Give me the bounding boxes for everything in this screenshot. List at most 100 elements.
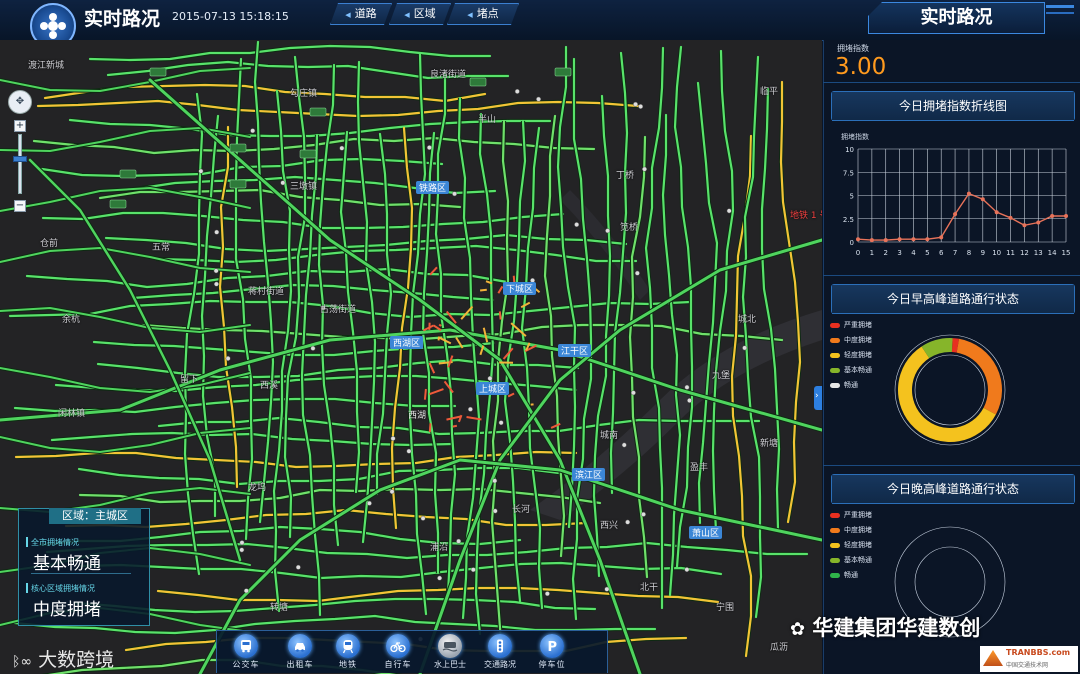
legend-label: 轻度拥堵: [844, 351, 872, 359]
card-title: 今日晚高峰道路通行状态: [832, 475, 1074, 504]
x-tick-label: 11: [1006, 249, 1015, 257]
morning-donut-chart: [894, 334, 1006, 446]
data-point[interactable]: [883, 238, 888, 243]
place-label: 三墩镇: [290, 182, 318, 192]
data-point[interactable]: [1036, 220, 1041, 225]
x-tick-label: 3: [897, 249, 901, 257]
legend-item[interactable]: 畅通: [830, 378, 872, 393]
poi-marker-icon: [684, 567, 690, 573]
waterbus-button[interactable]: 水上巴士: [425, 631, 475, 673]
data-point[interactable]: [966, 191, 971, 196]
x-tick-label: 9: [981, 249, 985, 257]
data-point[interactable]: [911, 237, 916, 242]
donut-slice[interactable]: [956, 338, 1002, 415]
traffic-status-button[interactable]: 交通路况: [475, 631, 525, 673]
tool-label: 水上巴士: [434, 660, 466, 669]
city-congestion-label: 全市拥堵情况: [31, 538, 79, 547]
district-label[interactable]: 萧山区: [689, 526, 723, 539]
poi-marker-icon: [642, 166, 647, 172]
poi-marker-icon: [280, 180, 286, 186]
data-point[interactable]: [980, 197, 985, 202]
legend-item[interactable]: 基本畅通: [830, 553, 872, 568]
legend-item[interactable]: 严重拥堵: [830, 318, 872, 333]
parking-button[interactable]: P 停车位: [527, 631, 577, 673]
bus-button[interactable]: 公交车: [221, 631, 271, 673]
data-point[interactable]: [897, 237, 902, 242]
data-point[interactable]: [856, 237, 860, 242]
legend-item[interactable]: 畅通: [830, 568, 872, 583]
tab-marker-icon: ◀: [467, 11, 473, 19]
poi-marker-icon: [213, 268, 219, 274]
data-point[interactable]: [869, 238, 874, 243]
pan-control-icon[interactable]: ✥: [8, 90, 32, 114]
road-shield-icon: [229, 143, 247, 153]
data-point[interactable]: [953, 212, 958, 217]
collapse-panel-tab[interactable]: ›: [814, 386, 822, 410]
data-point[interactable]: [1022, 223, 1027, 228]
label-marker: [26, 583, 28, 593]
data-point[interactable]: [1064, 213, 1068, 218]
core-congestion-label: 核心区域拥堵情况: [31, 584, 95, 593]
tranbbs-subtitle: 中国交通技术网: [1006, 662, 1049, 669]
legend-swatch: [830, 337, 840, 343]
place-label: 渡江新城: [28, 61, 65, 71]
bicycle-button[interactable]: 自行车: [373, 631, 423, 673]
legend-label: 严重拥堵: [844, 511, 872, 519]
poi-marker-icon: [625, 519, 631, 525]
data-point[interactable]: [925, 237, 930, 242]
place-label: 新塘: [760, 439, 779, 449]
poi-marker-icon: [470, 567, 476, 573]
y-tick-label: 0: [850, 239, 854, 247]
data-point[interactable]: [994, 210, 999, 215]
poi-marker-icon: [214, 229, 220, 235]
subway-button[interactable]: 地铁: [323, 631, 373, 673]
place-label: 城北: [738, 315, 757, 325]
poi-marker-icon: [437, 575, 443, 581]
congestion-index-value: 3.00: [835, 54, 887, 80]
divider: [31, 573, 131, 574]
poi-marker-icon: [239, 540, 245, 546]
tool-label: 自行车: [384, 660, 412, 669]
district-label[interactable]: 下城区: [503, 282, 537, 295]
place-label: 蒋村街道: [248, 287, 285, 297]
tool-label: 公交车: [232, 660, 260, 669]
district-label[interactable]: 滨江区: [572, 468, 606, 481]
legend-item[interactable]: 中度拥堵: [830, 523, 872, 538]
x-tick-label: 0: [856, 249, 860, 257]
tab-road[interactable]: ◀ 道路: [330, 3, 392, 25]
poi-marker-icon: [605, 228, 611, 234]
poi-marker-icon: [406, 448, 412, 454]
congestion-index-label: 拥堵指数: [837, 44, 869, 53]
place-label: 笕桥: [620, 223, 639, 233]
district-label[interactable]: 江干区: [558, 344, 592, 357]
legend-item[interactable]: 中度拥堵: [830, 333, 872, 348]
city-congestion-value: 基本畅通: [33, 554, 101, 574]
tab-area[interactable]: ◀ 区域: [389, 3, 451, 25]
taxi-button[interactable]: 出租车: [275, 631, 325, 673]
data-point[interactable]: [1008, 215, 1013, 220]
poi-marker-icon: [420, 515, 426, 521]
y-axis-label: 拥堵指数: [841, 132, 869, 141]
zoom-out-button[interactable]: −: [14, 200, 26, 212]
x-tick-label: 2: [883, 249, 887, 257]
district-label[interactable]: 上城区: [476, 382, 510, 395]
zoom-slider-track[interactable]: [18, 134, 22, 194]
tab-congestion-point[interactable]: ◀ 堵点: [447, 3, 519, 25]
legend-item[interactable]: 基本畅通: [830, 363, 872, 378]
district-label[interactable]: 西湖区: [390, 336, 424, 349]
data-point[interactable]: [939, 235, 944, 240]
zoom-in-button[interactable]: +: [14, 120, 26, 132]
zoom-slider-thumb[interactable]: [13, 156, 27, 162]
legend-item[interactable]: 严重拥堵: [830, 508, 872, 523]
data-point[interactable]: [1050, 213, 1055, 218]
place-label: 瓜沥: [770, 643, 789, 653]
district-label[interactable]: 铁路区: [416, 181, 450, 194]
legend-label: 轻度拥堵: [844, 541, 872, 549]
place-label: 古荡街道: [320, 305, 357, 315]
place-label: 盈丰: [690, 463, 709, 473]
legend-item[interactable]: 轻度拥堵: [830, 348, 872, 363]
tool-label: 出租车: [286, 660, 314, 669]
top-header: 实时路况 2015-07-13 15:18:15 ◀ 道路 ◀ 区域 ◀ 堵点 实时路…: [0, 0, 1080, 49]
zoom-control[interactable]: ✥ + −: [8, 90, 32, 212]
legend-item[interactable]: 轻度拥堵: [830, 538, 872, 553]
